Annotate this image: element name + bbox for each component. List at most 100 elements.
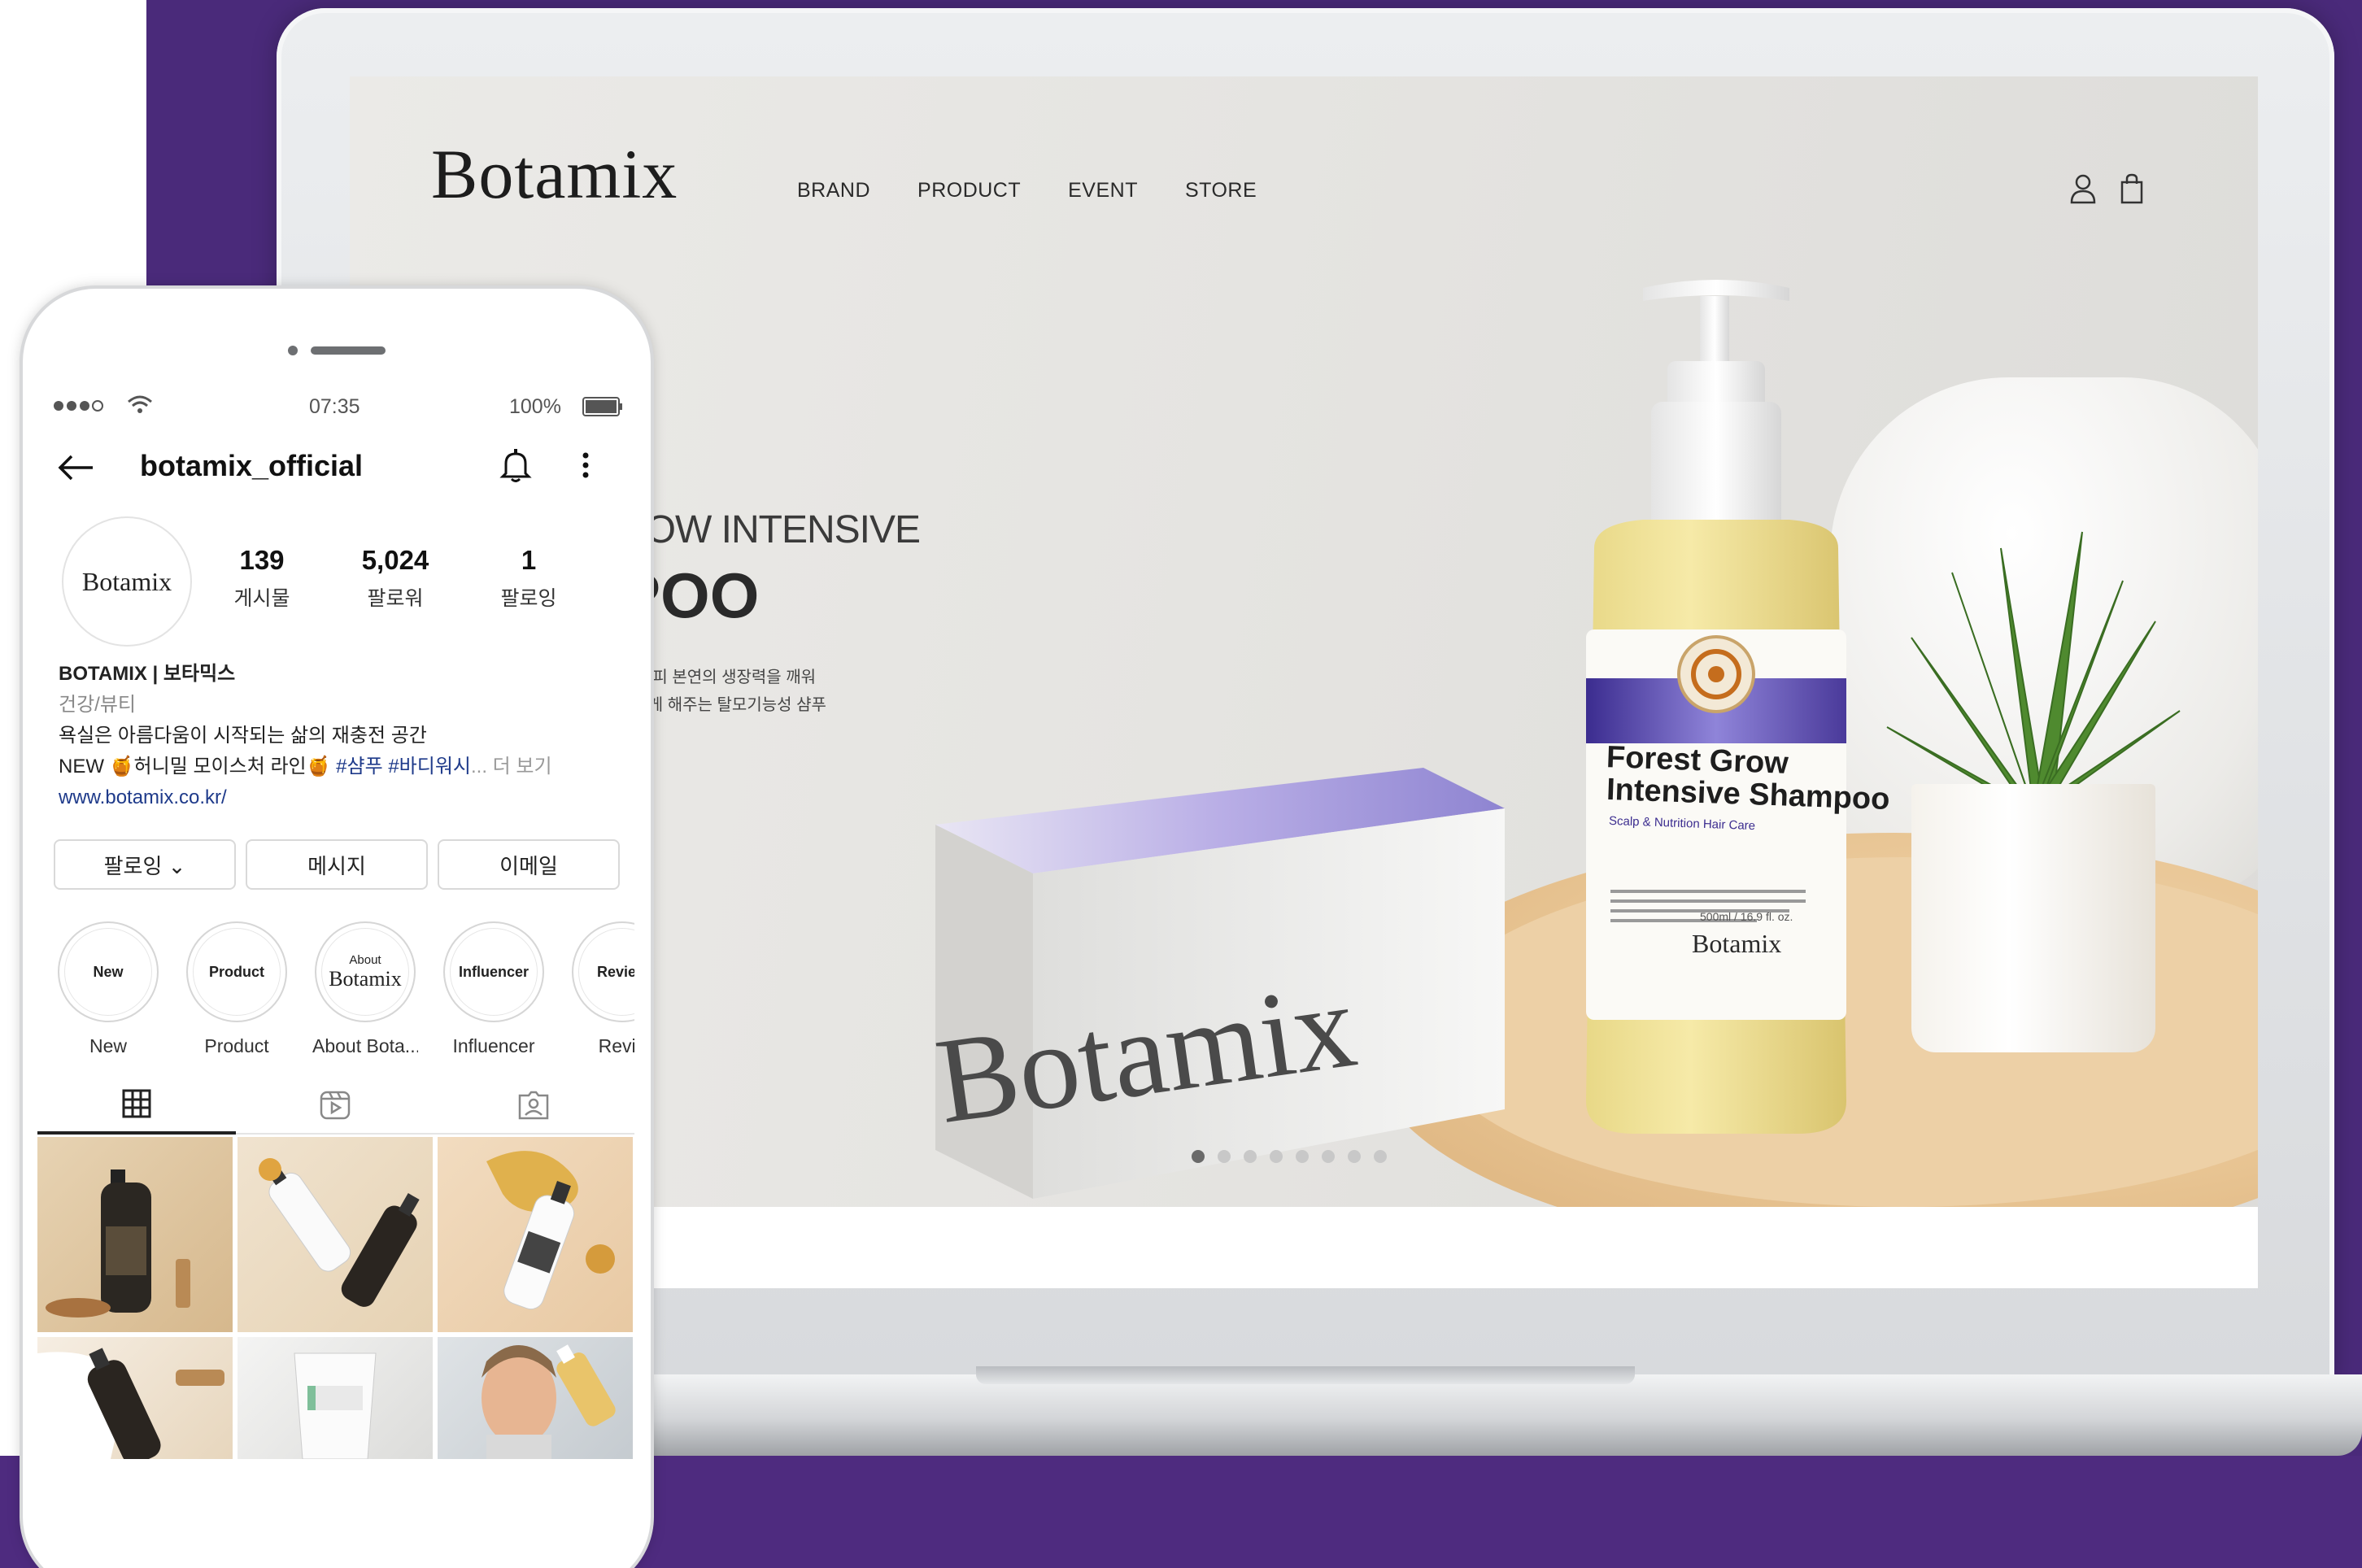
highlight-new[interactable]: New New	[55, 921, 161, 1057]
nav-brand[interactable]: BRAND	[797, 179, 870, 203]
bottles-flatlay-photo	[259, 1158, 420, 1307]
carousel-dot[interactable]	[1218, 1150, 1231, 1163]
reels-icon	[320, 1091, 351, 1120]
post-thumbnail[interactable]	[37, 1137, 233, 1332]
bottle-photo	[46, 1169, 190, 1318]
bio-more-link[interactable]: ... 더 보기	[471, 756, 552, 777]
tab-reels[interactable]	[236, 1076, 434, 1135]
profile-header: botamix_official	[37, 431, 634, 504]
white-planter	[1911, 784, 2155, 1052]
stat-following[interactable]: 1 팔로잉	[472, 545, 586, 612]
post-thumbnail[interactable]	[438, 1137, 633, 1332]
hero-desc-line1: 과 두피 본연의 생장력을 깨워	[618, 669, 817, 686]
post-thumbnail[interactable]	[438, 1337, 633, 1459]
hero-title-line2: POO	[618, 560, 760, 631]
carousel-dot[interactable]	[1348, 1150, 1361, 1163]
carousel-dot[interactable]	[1244, 1150, 1257, 1163]
highlight-ring: Influencer	[443, 921, 544, 1022]
highlight-ring: New	[58, 921, 159, 1022]
nav-store[interactable]: STORE	[1185, 179, 1257, 203]
battery-icon	[582, 397, 622, 416]
more-options-icon[interactable]	[581, 451, 590, 480]
label-brand: Botamix	[1692, 929, 1782, 958]
highlight-ring: Review	[572, 921, 634, 1022]
stat-followers[interactable]: 5,024 팔로워	[338, 545, 452, 612]
highlight-caption: About Bota...	[312, 1035, 418, 1056]
post-thumbnail[interactable]	[238, 1337, 433, 1459]
profile-bio: BOTAMIX | 보타믹스 건강/뷰티 욕실은 아름다움이 시작되는 삶의 재…	[59, 659, 628, 813]
label-volume: 500ml / 16.9 fl. oz.	[1700, 910, 1793, 923]
carousel-dots	[1192, 1150, 1387, 1163]
stat-followers-value: 5,024	[361, 545, 429, 575]
highlight-influencer[interactable]: Influencer Influencer	[441, 921, 547, 1057]
grid-icon	[122, 1089, 151, 1118]
user-icon[interactable]	[2069, 172, 2097, 205]
bio-hashtags[interactable]: #샴푸 #바디워시	[336, 756, 471, 777]
laptop-notch	[976, 1366, 1635, 1384]
highlight-ring-small-text: About	[349, 952, 381, 967]
highlight-ring-text: Influencer	[458, 963, 529, 980]
hero-copy: ROW INTENSIVE POO 과 두피 본연의 생장력을 깨워 고하게 해…	[618, 507, 1106, 719]
header-icons	[2069, 172, 2144, 205]
carousel-dot[interactable]	[1192, 1150, 1205, 1163]
profile-tabs	[37, 1076, 634, 1135]
post-grid	[37, 1137, 634, 1459]
shampoo-bottle	[1586, 280, 1846, 1134]
signal-icon	[54, 400, 103, 412]
profile-action-buttons: 팔로잉 ⌄ 메시지 이메일	[54, 839, 620, 890]
tagged-icon	[518, 1091, 549, 1120]
stat-posts-label: 게시물	[233, 587, 290, 610]
highlight-caption: Product	[204, 1035, 269, 1056]
status-bar: 07:35 100%	[37, 382, 634, 431]
stat-following-value: 1	[521, 545, 537, 575]
tab-grid[interactable]	[37, 1076, 236, 1135]
main-nav: BRAND PRODUCT EVENT STORE	[797, 179, 1257, 203]
highlight-ring-text: Botamix	[329, 966, 402, 991]
phone-speaker	[311, 346, 386, 355]
hero-desc-line2: 고하게 해주는 탈모기능성 샴푸	[618, 696, 826, 714]
bell-icon[interactable]	[499, 447, 532, 483]
carousel-dot[interactable]	[1374, 1150, 1387, 1163]
highlight-ring-text: Product	[208, 963, 264, 980]
profile-avatar[interactable]: Botamix	[62, 516, 192, 647]
post-thumbnail[interactable]	[37, 1337, 233, 1459]
back-arrow-icon[interactable]	[57, 454, 94, 481]
towel-bottle-photo	[37, 1348, 224, 1459]
highlight-review[interactable]: Review Revie	[569, 921, 634, 1057]
profile-username: botamix_official	[140, 449, 364, 482]
bio-line2: NEW 🍯허니밀 모이스처 라인🍯 #샴푸 #바디워시... 더 보기	[59, 751, 628, 782]
bio-line2-text: NEW 🍯허니밀 모이스처 라인🍯	[59, 756, 337, 777]
email-button[interactable]: 이메일	[438, 839, 620, 890]
wifi-icon	[128, 395, 152, 413]
bio-website-link[interactable]: www.botamix.co.kr/	[59, 782, 628, 813]
tube-product-photo	[294, 1352, 377, 1459]
highlight-ring: About Botamix	[315, 921, 416, 1022]
battery-percent: 100%	[509, 395, 561, 418]
site-logo[interactable]: Botamix	[431, 133, 678, 215]
shopping-bag-icon[interactable]	[2120, 172, 2144, 205]
highlight-ring-text: Review	[596, 963, 634, 980]
carousel-dot[interactable]	[1322, 1150, 1335, 1163]
aloe-plant	[1886, 531, 2181, 812]
nav-product[interactable]: PRODUCT	[917, 179, 1021, 203]
bio-name: BOTAMIX | 보타믹스	[59, 663, 236, 685]
tab-tagged[interactable]	[434, 1076, 633, 1135]
message-button[interactable]: 메시지	[246, 839, 428, 890]
model-photo	[482, 1344, 616, 1459]
carousel-dot[interactable]	[1270, 1150, 1283, 1163]
following-button[interactable]: 팔로잉 ⌄	[54, 839, 236, 890]
nav-event[interactable]: EVENT	[1068, 179, 1138, 203]
phone-camera	[288, 346, 298, 355]
stat-followers-label: 팔로워	[367, 587, 424, 610]
post-thumbnail[interactable]	[238, 1137, 433, 1332]
bio-category: 건강/뷰티	[59, 694, 136, 716]
carousel-dot[interactable]	[1296, 1150, 1309, 1163]
stat-posts-value: 139	[239, 545, 285, 575]
stat-posts[interactable]: 139 게시물	[205, 545, 319, 612]
highlight-about[interactable]: About Botamix About Bota...	[312, 921, 418, 1057]
highlight-ring-text: New	[93, 963, 124, 980]
highlight-caption: Influencer	[452, 1035, 535, 1056]
promo-stage: Botamix BRAND PRODUCT EVENT STORE Botami…	[0, 0, 2362, 1568]
instagram-screen: 07:35 100% botamix_official Botamix 139 …	[37, 382, 634, 1480]
highlight-product[interactable]: Product Product	[184, 921, 290, 1057]
